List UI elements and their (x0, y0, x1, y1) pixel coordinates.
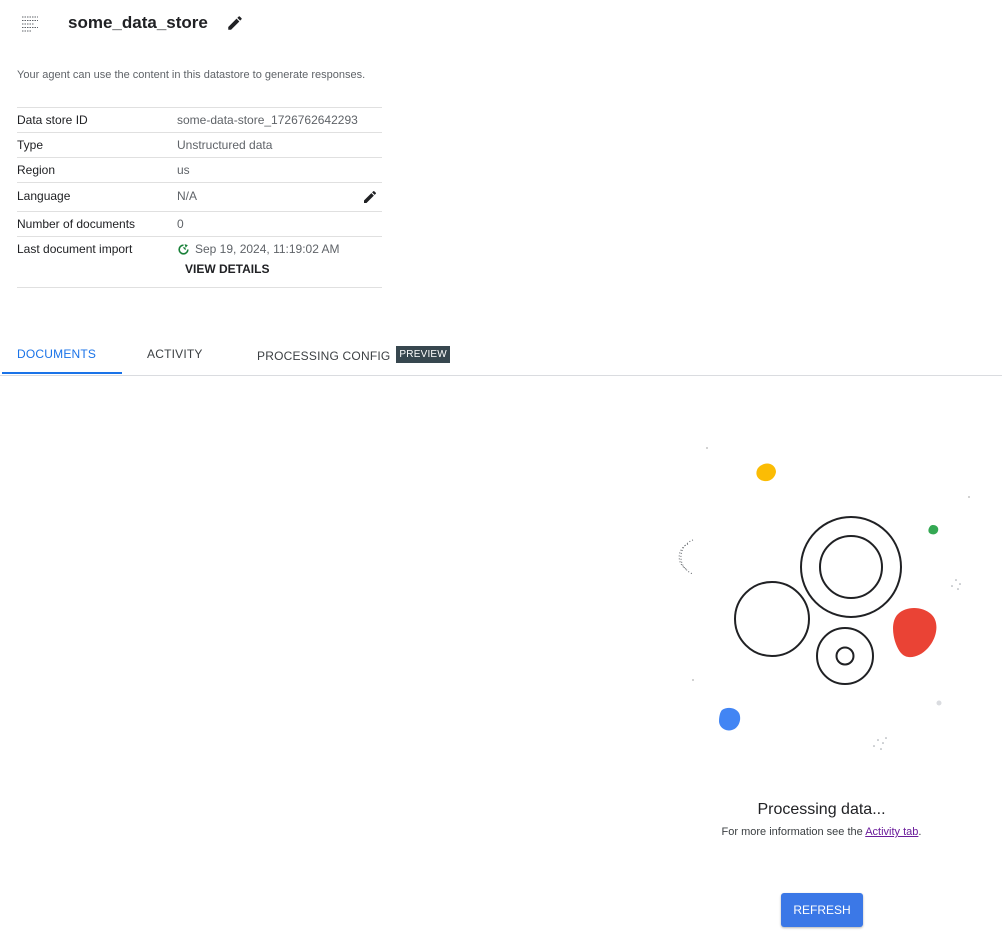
tab-bar: DOCUMENTS ACTIVITY PROCESSING CONFIG PRE… (0, 343, 1002, 376)
large-inner-circle (819, 535, 883, 599)
sparkle-dots (873, 579, 961, 750)
edit-language-icon[interactable] (362, 189, 378, 205)
info-value: some-data-store_1726762642293 (177, 113, 358, 127)
info-value: us (177, 163, 190, 177)
info-label: Language (17, 189, 71, 203)
active-tab-indicator (2, 372, 122, 374)
info-label: Data store ID (17, 113, 88, 127)
subtitle-suffix: . (918, 826, 922, 838)
processing-title: Processing data... (757, 801, 886, 818)
green-blob (928, 525, 939, 535)
in-progress-icon (178, 243, 189, 255)
data-store-info-table: Data store ID some-data-store_1726762642… (17, 107, 382, 288)
info-label: Last document import (17, 242, 133, 256)
left-circle (734, 581, 810, 657)
data-store-icon (22, 16, 38, 32)
import-timestamp: Sep 19, 2024, 11:19:02 AM (195, 242, 340, 256)
decor-dot (968, 496, 970, 498)
info-row-language: Language N/A (17, 183, 382, 212)
preview-badge: PREVIEW (396, 346, 450, 363)
decor-dot (936, 700, 942, 706)
blue-blob (719, 707, 741, 731)
processing-illustration (678, 447, 970, 750)
decor-dot (692, 679, 694, 681)
import-value: Sep 19, 2024, 11:19:02 AM VIEW DETAILS (177, 242, 340, 276)
data-store-page: some_data_store Your agent can use the c… (0, 0, 1002, 933)
decor-dot (706, 447, 708, 449)
import-status: Sep 19, 2024, 11:19:02 AM (177, 242, 340, 256)
red-blob (893, 608, 937, 658)
info-row-last-import: Last document import Sep 19, 2024, 11:19… (17, 237, 382, 288)
yellow-blob (756, 463, 776, 482)
info-value: 0 (177, 217, 184, 231)
subtitle-prefix: For more information see the (721, 826, 866, 838)
description-text: Your agent can use the content in this d… (17, 69, 366, 81)
info-row-type: Type Unstructured data (17, 133, 382, 158)
info-row-doc-count: Number of documents 0 (17, 212, 382, 237)
refresh-button[interactable]: REFRESH (781, 893, 863, 927)
tab-documents[interactable]: DOCUMENTS (17, 347, 96, 361)
dotted-arc (680, 539, 694, 575)
small-outer-circle (816, 627, 874, 685)
edit-title-icon[interactable] (226, 14, 244, 32)
view-details-link[interactable]: VIEW DETAILS (185, 262, 340, 276)
large-outer-circle (800, 516, 902, 618)
info-value: Unstructured data (177, 138, 273, 152)
info-row-id: Data store ID some-data-store_1726762642… (17, 108, 382, 133)
page-title: some_data_store (68, 13, 208, 32)
info-value: N/A (177, 189, 198, 203)
info-label: Number of documents (17, 217, 136, 231)
processing-subtitle: For more information see the Activity ta… (680, 826, 963, 838)
small-inner-circle (835, 646, 855, 666)
tab-processing-config[interactable]: PROCESSING CONFIG PREVIEW (257, 346, 450, 364)
tab-processing-config-label: PROCESSING CONFIG (257, 348, 391, 363)
activity-tab-link[interactable]: Activity tab (865, 826, 918, 838)
tab-activity[interactable]: ACTIVITY (147, 347, 203, 361)
info-row-region: Region us (17, 158, 382, 183)
info-label: Type (17, 138, 44, 152)
info-label: Region (17, 163, 56, 177)
